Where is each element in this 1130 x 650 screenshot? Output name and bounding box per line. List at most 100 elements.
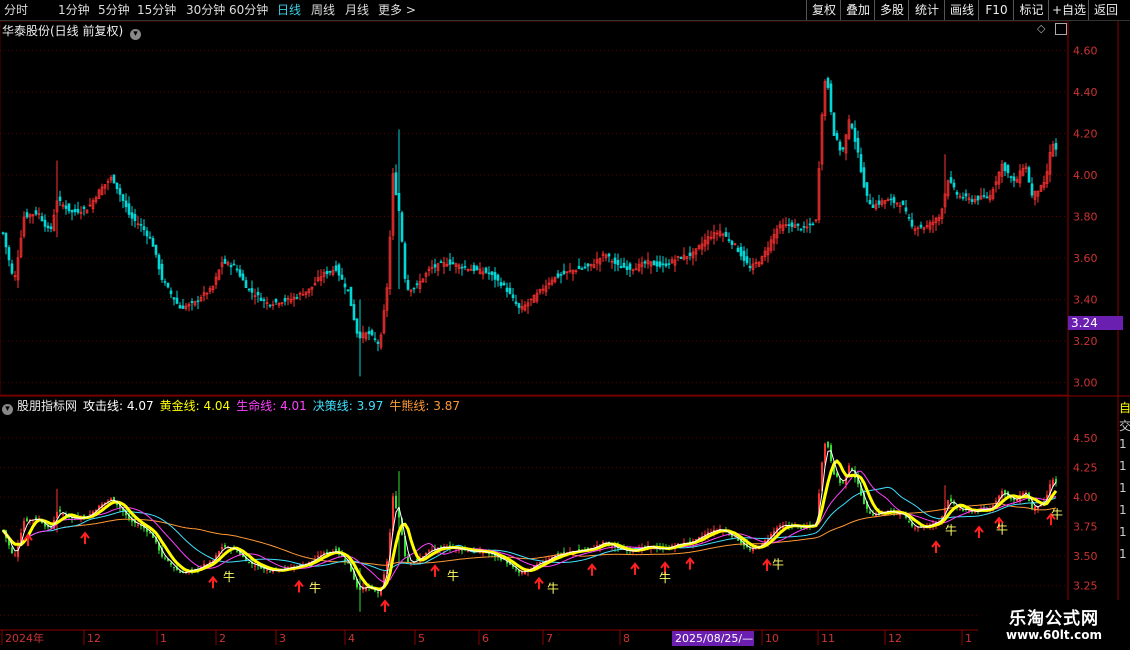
indicator-candle-body [56,511,58,519]
candle-body [1003,162,1007,172]
indicator-y-tick: 4.25 [1073,462,1098,475]
candle-body [439,261,443,263]
indicator-candle-body [359,586,361,590]
main-y-tick: 3.80 [1073,211,1098,224]
chevron-down-icon[interactable]: ▾ [2,404,13,415]
candle-body [970,199,974,202]
toolbar-button-5[interactable]: F10 [978,0,1014,20]
candle-body [433,264,437,268]
candle-body [448,259,452,265]
bull-marker: 牛 [309,580,321,595]
candle-body [139,224,143,226]
candle-body [862,167,866,188]
indicator-candle-body [836,473,838,477]
candle-body [343,283,347,288]
candle-body [46,225,50,229]
candle-body [736,247,740,253]
candle-body [901,200,905,206]
toolbar-button-3[interactable]: 统计 [908,0,945,20]
indicator-candle-body [908,521,910,523]
period-tab-5[interactable]: 60分钟 [229,2,268,18]
candle-body [154,244,158,255]
toolbar-button-6[interactable]: 标记 [1013,0,1049,20]
candle-body [142,226,146,231]
candle-body [955,191,959,195]
toolbar-button-2[interactable]: 多股 [874,0,909,20]
toolbar-button-4[interactable]: 画线 [944,0,979,20]
candle-body [835,133,839,140]
period-tab-6[interactable]: 日线 [277,2,301,18]
toolbar-button-8[interactable]: 返回 [1088,0,1123,20]
toolbar-button-7[interactable]: +自选 [1048,0,1089,20]
indicator-candle-body [170,563,172,565]
stock-title: 华泰股份(日线 前复权) [2,24,124,38]
main-y-tick: 3.60 [1073,252,1098,265]
indicator-y-tick: 4.00 [1073,491,1098,504]
candle-body [397,193,401,212]
main-chart-title: 华泰股份(日线 前复权) ▾ [2,22,142,40]
candle-body [655,261,659,267]
candle-body [82,206,86,209]
time-label: 2024年 [5,631,44,645]
candle-body [559,274,563,276]
toolbar-button-0[interactable]: 复权 [806,0,841,20]
time-label: 12 [87,632,101,645]
time-label: 3 [279,632,286,645]
indicator-candle-body [374,590,376,592]
bull-marker: 牛 [772,557,784,572]
candle-body [787,224,791,226]
period-tab-8[interactable]: 月线 [345,2,369,18]
current-price-tag: 3.24 [1068,316,1123,330]
chevron-down-icon[interactable]: ▾ [130,29,142,40]
indicator-candle-body [62,513,64,515]
period-tab-7[interactable]: 周线 [311,2,335,18]
candle-body [58,196,62,201]
maximize-icon[interactable] [1055,23,1067,35]
indicator-candle-body [1010,497,1012,499]
candle-body [493,272,497,280]
candle-body [484,267,488,273]
period-tab-2[interactable]: 5分钟 [98,2,130,18]
bull-marker: 牛 [1051,507,1063,522]
indicator-candle-body [779,525,781,528]
cursor-date: 2025/08/25/— [675,632,753,645]
candle-body [811,223,815,226]
candle-body [412,287,416,290]
indicator-candle-body [236,550,238,552]
period-tab-9[interactable]: 更多 > [378,2,416,18]
candle-body [661,263,665,266]
candle-body [889,198,893,201]
time-label: 2 [219,632,226,645]
candle-body [517,303,521,308]
candle-body [1027,167,1031,183]
candle-body [730,240,734,245]
indicator-y-tick: 3.75 [1073,521,1098,534]
candle-body [181,305,185,309]
period-tab-1[interactable]: 1分钟 [58,2,90,18]
indicator-candle-body [377,592,379,594]
candle-body [325,270,329,275]
candle-body [259,297,263,301]
indicator-line-value: 3.97 [352,399,384,413]
candle-body [919,224,923,228]
period-tab-3[interactable]: 15分钟 [137,2,176,18]
candle-body [334,265,338,271]
candle-body [580,268,584,270]
watermark-title: 乐淘公式网 [1009,609,1099,629]
candle-body [229,265,233,268]
bull-marker: 牛 [659,570,671,585]
candle-body [985,196,989,199]
time-label: 5 [418,632,425,645]
candle-body [727,239,731,242]
indicator-candle-body [869,511,871,514]
main-candles [1,76,1058,377]
period-tab-4[interactable]: 30分钟 [186,2,225,18]
candle-body [1054,142,1058,150]
toolbar-button-1[interactable]: 叠加 [840,0,875,20]
candle-body [664,263,668,267]
candle-body [505,287,509,292]
diamond-icon[interactable]: ◇ [1037,22,1045,35]
candle-body [1009,176,1013,178]
period-tab-0[interactable]: 分时 [4,2,28,18]
candle-body [856,137,860,153]
